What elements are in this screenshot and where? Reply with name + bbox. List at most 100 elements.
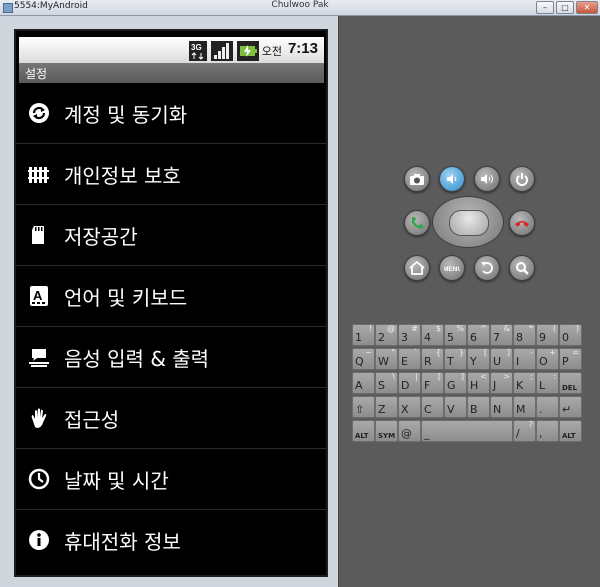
key-row2-8[interactable]: O + <box>536 348 559 370</box>
phone-call-icon <box>412 217 423 229</box>
key-row2-6[interactable]: U] <box>490 348 513 370</box>
settings-item-accounts-sync[interactable]: 계정 및 동기화 <box>16 83 326 144</box>
key-row2-9[interactable]: P = <box>559 348 582 370</box>
key-label: DEL <box>562 384 578 392</box>
key-row3-4[interactable]: G] <box>444 372 467 394</box>
minimize-button[interactable]: – <box>536 1 554 14</box>
privacy-icon <box>28 167 49 183</box>
key-alt-label: ! <box>368 324 372 333</box>
key-row3-6[interactable]: J > <box>490 372 513 394</box>
battery-icon <box>237 41 259 61</box>
key-row2-7[interactable]: I- <box>513 348 536 370</box>
menu-button[interactable]: MENU <box>439 255 465 281</box>
key-row1-4[interactable]: 5% <box>444 324 467 346</box>
key-row3-3[interactable]: F[ <box>421 372 444 394</box>
key-alt-label: + <box>549 348 556 357</box>
settings-item-label: 접근성 <box>64 408 120 432</box>
key-row4-3[interactable]: C <box>421 396 444 418</box>
key-row5-5[interactable]: , <box>536 420 559 442</box>
back-button[interactable] <box>474 255 500 281</box>
key-row2-5[interactable]: Y[ <box>467 348 490 370</box>
key-row4-6[interactable]: N <box>490 396 513 418</box>
volume-up-button[interactable] <box>474 166 500 192</box>
home-button[interactable] <box>404 255 430 281</box>
key-row3-5[interactable]: H < <box>467 372 490 394</box>
key-alt-label: { <box>435 348 441 357</box>
dpad[interactable] <box>432 196 504 248</box>
end-call-button[interactable] <box>509 210 535 236</box>
key-alt-label: ) <box>575 324 579 333</box>
key-row5-0[interactable]: ALT <box>352 420 375 442</box>
key-row2-1[interactable]: W " <box>375 348 398 370</box>
key-row1-7[interactable]: 8 * <box>513 324 536 346</box>
key-row1-2[interactable]: 3 # <box>398 324 421 346</box>
key-row3-0[interactable]: A <box>352 372 375 394</box>
key-label: 1 <box>355 331 362 344</box>
settings-item-privacy[interactable]: 개인정보 보호 <box>16 144 326 205</box>
key-row5-3[interactable]: _ <box>421 420 513 442</box>
key-row5-2[interactable]: @ <box>398 420 421 442</box>
call-button[interactable] <box>404 210 430 236</box>
settings-item-phone-info[interactable]: 휴대전화 정보 <box>16 510 326 570</box>
emulator-controls-panel <box>338 16 600 587</box>
key-row3-2[interactable]: D | <box>398 372 421 394</box>
app-title: 설정 <box>25 67 48 81</box>
settings-list: 계정 및 동기화 개인정보 보호 저장공간 A 언어 및 키보드 음성 입력 &… <box>16 83 326 570</box>
key-row3-8[interactable]: L: <box>536 372 559 394</box>
key-alt-label: | <box>415 372 418 381</box>
settings-item-language-keyboard[interactable]: A 언어 및 키보드 <box>16 266 326 327</box>
key-row2-4[interactable]: T} <box>444 348 467 370</box>
svg-text:3G: 3G <box>191 43 202 52</box>
key-row4-8[interactable]: . <box>536 396 559 418</box>
volume-down-button[interactable] <box>439 166 465 192</box>
settings-item-voice-io[interactable]: 음성 입력 & 출력 <box>16 327 326 388</box>
key-label: L <box>539 379 546 392</box>
key-row4-1[interactable]: Z <box>375 396 398 418</box>
key-row2-0[interactable]: Q ~ <box>352 348 375 370</box>
key-row1-3[interactable]: 4 $ <box>421 324 444 346</box>
key-row1-1[interactable]: 2 @ <box>375 324 398 346</box>
key-row1-5[interactable]: 6 ^ <box>467 324 490 346</box>
key-row4-5[interactable]: B <box>467 396 490 418</box>
key-label: Y <box>470 355 477 368</box>
key-row3-7[interactable]: K; <box>513 372 536 394</box>
key-row1-9[interactable]: 0) <box>559 324 582 346</box>
key-row1-0[interactable]: 1! <box>352 324 375 346</box>
settings-item-storage[interactable]: 저장공간 <box>16 205 326 266</box>
key-row5-6[interactable]: ALT <box>559 420 582 442</box>
key-label: ⇧ <box>355 403 365 416</box>
key-row2-3[interactable]: R{ <box>421 348 444 370</box>
3g-icon: 3G <box>189 41 207 61</box>
key-row1-6[interactable]: 7 & <box>490 324 513 346</box>
key-label: ALT <box>355 432 369 440</box>
power-button[interactable] <box>509 166 535 192</box>
maximize-button[interactable]: □ <box>556 1 574 14</box>
key-label: ↵ <box>562 403 572 416</box>
key-label: J <box>493 379 497 392</box>
key-row4-7[interactable]: M <box>513 396 536 418</box>
key-row4-4[interactable]: V <box>444 396 467 418</box>
search-button[interactable] <box>509 255 535 281</box>
key-alt-label: * <box>529 324 533 333</box>
key-row2-2[interactable]: E ` <box>398 348 421 370</box>
key-row4-9[interactable]: ↵ <box>559 396 582 418</box>
key-row1-8[interactable]: 9( <box>536 324 559 346</box>
key-row3-1[interactable]: S \ <box>375 372 398 394</box>
device-screen[interactable]: 3G 오전 7:13 설정 계정 및 동기화 개인정보 보호 저장공간 A 언어… <box>14 29 328 577</box>
camera-button[interactable] <box>404 166 430 192</box>
settings-item-date-time[interactable]: 날짜 및 시간 <box>16 449 326 510</box>
key-label: , <box>539 427 543 440</box>
settings-item-accessibility[interactable]: 접근성 <box>16 388 326 449</box>
volume-up-icon <box>481 174 493 184</box>
key-row5-4[interactable]: /? <box>513 420 536 442</box>
key-row3-9[interactable]: DEL <box>559 372 582 394</box>
key-row5-1[interactable]: SYM <box>375 420 398 442</box>
key-row4-2[interactable]: X <box>398 396 421 418</box>
settings-item-label: 휴대전화 정보 <box>64 530 181 554</box>
key-label: 2 <box>378 331 385 344</box>
key-label: X <box>401 403 409 416</box>
close-button[interactable]: ✕ <box>576 1 598 14</box>
settings-item-label: 개인정보 보호 <box>64 164 181 188</box>
dpad-center-button[interactable] <box>449 210 489 236</box>
key-row4-0[interactable]: ⇧ <box>352 396 375 418</box>
